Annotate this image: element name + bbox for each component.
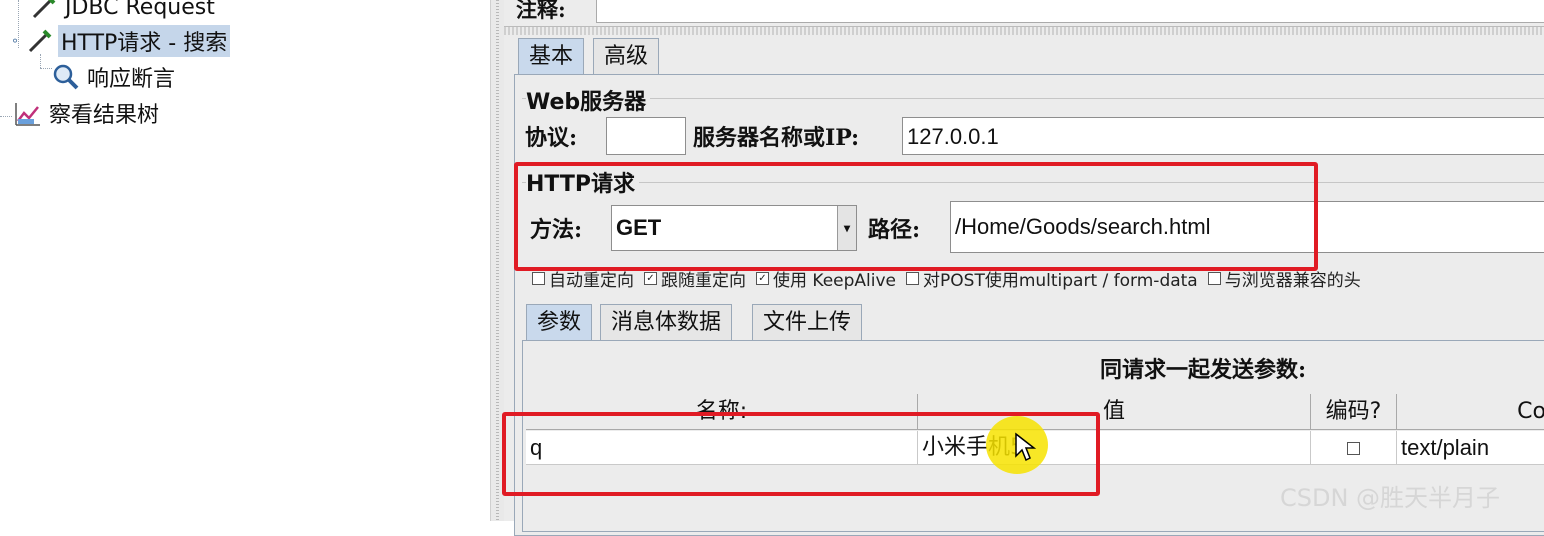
- tab-label: 文件上传: [763, 310, 852, 335]
- web-server-border: [522, 98, 1544, 99]
- tab-basic[interactable]: 基本: [518, 38, 585, 75]
- column-header-encode[interactable]: 编码?: [1311, 394, 1397, 430]
- tree-item-response-assertion[interactable]: 响应断言: [52, 62, 178, 92]
- pipette-icon: [30, 0, 58, 21]
- graph-icon: [14, 99, 42, 127]
- checkbox-box[interactable]: [906, 272, 920, 285]
- param-content-type-cell[interactable]: text/plain: [1397, 431, 1544, 465]
- tab-label: 消息体数据: [611, 310, 722, 335]
- annotation-box-parameter-row: [502, 412, 1100, 496]
- checkbox-box[interactable]: [532, 272, 545, 285]
- server-name-input[interactable]: 127.0.0.1: [902, 117, 1544, 155]
- protocol-label: 协议:: [525, 125, 578, 151]
- tree-item-label: JDBC Request: [65, 0, 215, 20]
- comment-splitter[interactable]: [504, 26, 1544, 35]
- checkbox-box[interactable]: ✓: [756, 272, 769, 285]
- tab-advanced[interactable]: 高级: [593, 38, 660, 75]
- server-name-label: 服务器名称或IP:: [693, 125, 860, 151]
- test-plan-tree: JDBC Request ⚬ HTTP请求 - 搜索 响应断言 察看结果树: [0, 0, 490, 521]
- divider-grip[interactable]: [496, 0, 499, 521]
- magnifier-icon: [52, 63, 80, 91]
- comment-input[interactable]: [596, 0, 1544, 23]
- tree-item-view-results-tree[interactable]: 察看结果树: [14, 98, 162, 128]
- tree-item-jdbc-request[interactable]: JDBC Request: [30, 0, 218, 22]
- tab-body-data[interactable]: 消息体数据: [600, 304, 733, 341]
- column-header-content-type[interactable]: Co: [1397, 394, 1544, 430]
- param-encode-cell[interactable]: [1311, 431, 1397, 465]
- params-caption: 同请求一起发送参数:: [1100, 357, 1307, 383]
- tab-file-upload[interactable]: 文件上传: [752, 304, 863, 341]
- watermark: CSDN @胜天半月子: [1280, 484, 1501, 512]
- tab-label: 参数: [537, 310, 582, 335]
- tab-label: 基本: [529, 44, 574, 69]
- tab-label: 高级: [604, 44, 649, 69]
- tree-item-label: 响应断言: [87, 67, 176, 92]
- annotation-box-http-request: [514, 162, 1318, 271]
- comment-label: 注释:: [516, 0, 566, 22]
- tab-parameters[interactable]: 参数: [526, 304, 593, 341]
- comment-row: 注释:: [504, 0, 1544, 24]
- http-request-editor: 注释: 基本 高级 Web服务器 协议: 服务器名称或IP: 127.0.0.1…: [502, 0, 1544, 536]
- tree-item-http-request-search[interactable]: ⚬ HTTP请求 - 搜索: [10, 25, 231, 57]
- checkbox-box[interactable]: [1347, 441, 1360, 455]
- protocol-input[interactable]: [606, 117, 686, 155]
- tree-item-label: HTTP请求 - 搜索: [58, 25, 231, 57]
- checkbox-box[interactable]: [1207, 272, 1221, 285]
- checkbox-box[interactable]: ✓: [644, 272, 657, 285]
- tree-expand-icon[interactable]: ⚬: [10, 34, 26, 48]
- pipette-icon: [26, 27, 54, 55]
- tree-item-label: 察看结果树: [49, 103, 160, 128]
- web-server-title: Web服务器: [526, 84, 651, 116]
